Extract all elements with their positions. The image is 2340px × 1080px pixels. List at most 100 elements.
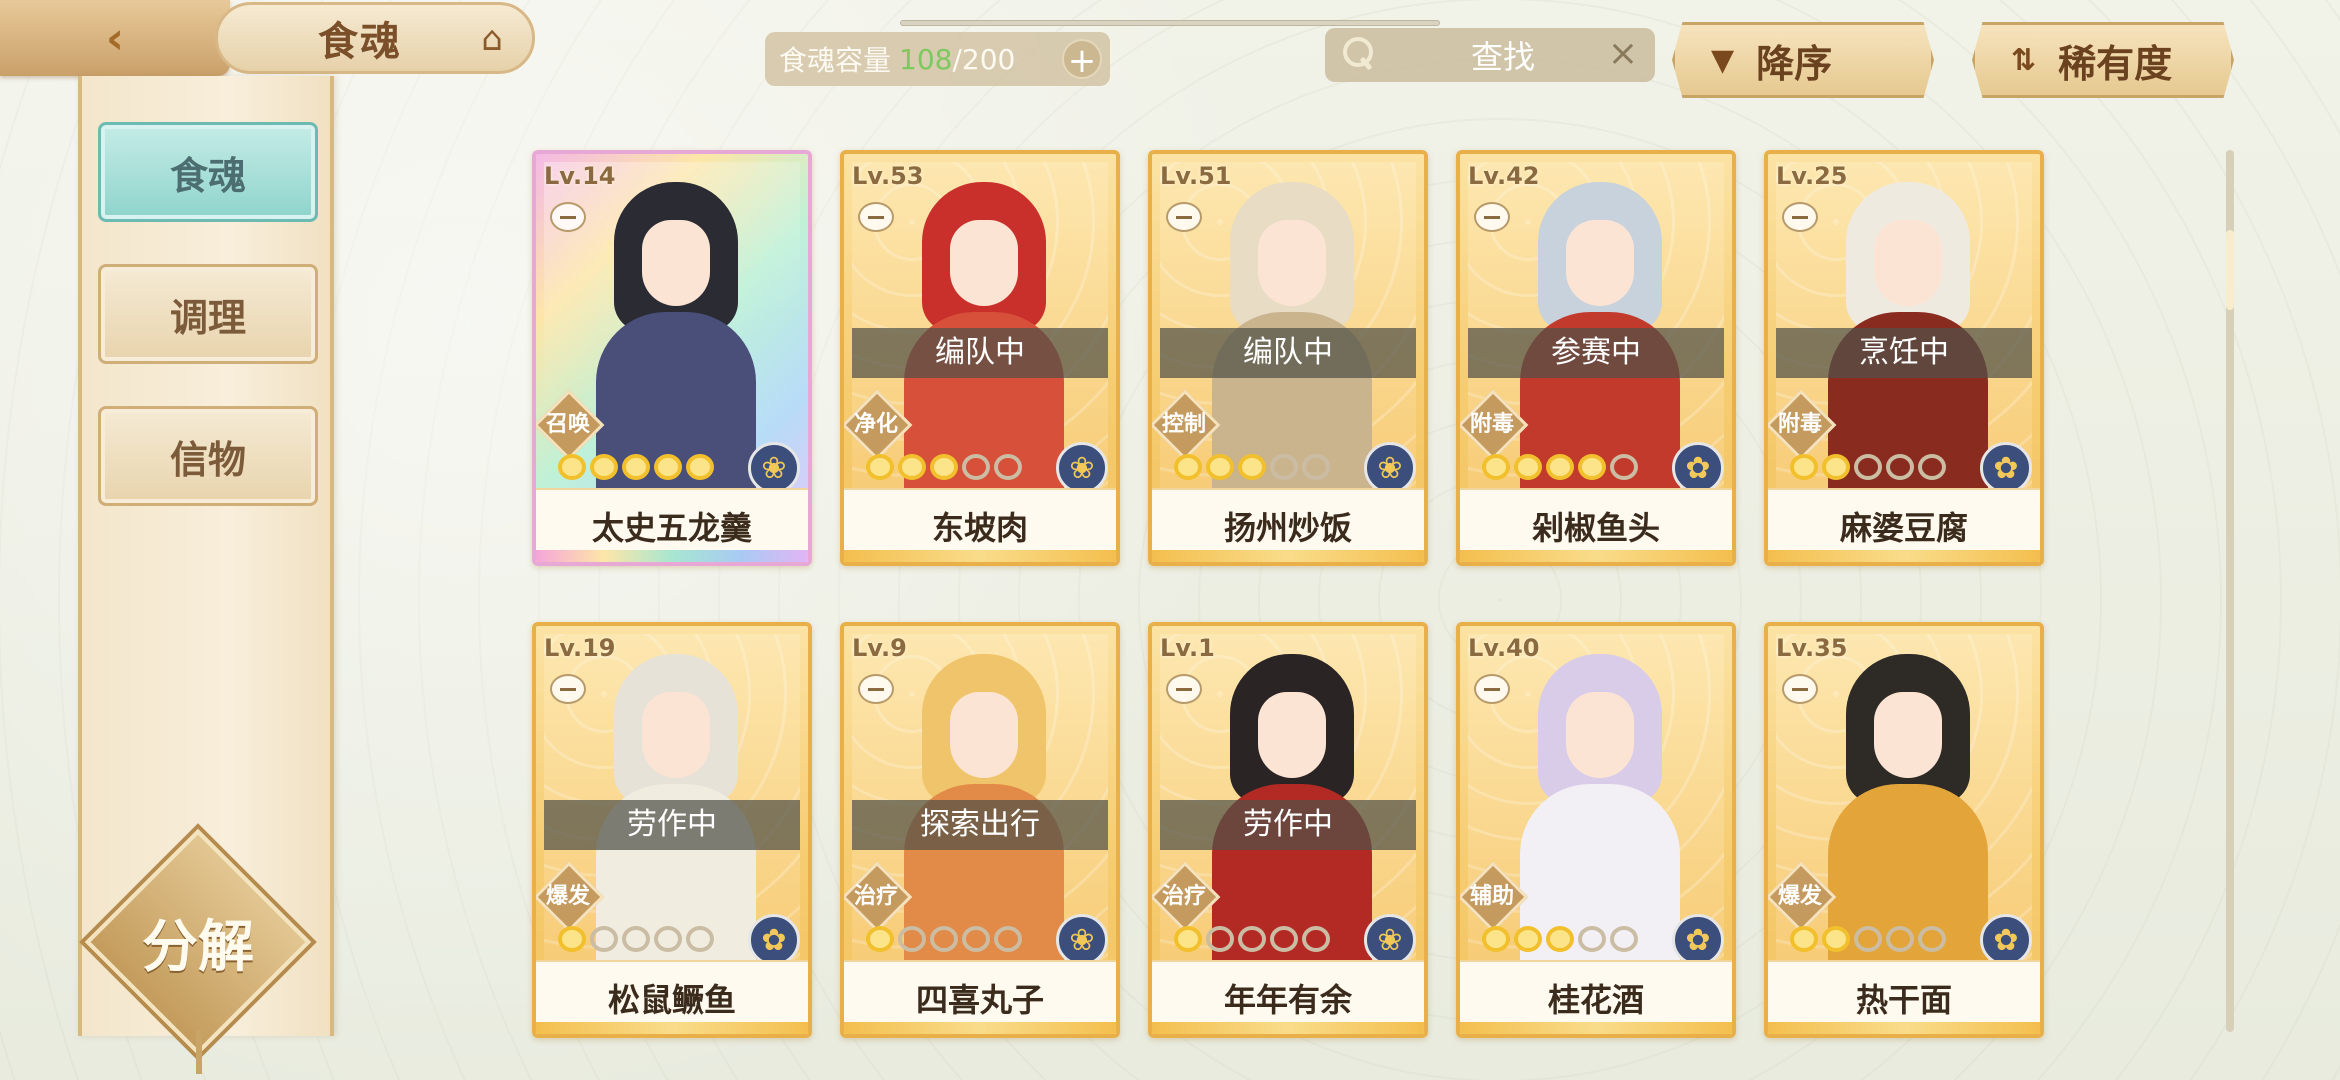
star-rating — [866, 926, 1022, 952]
star-icon — [898, 454, 926, 480]
star-icon — [686, 926, 714, 952]
role-badge: 爆发 — [1768, 864, 1828, 924]
star-icon — [1270, 454, 1298, 480]
role-badge: 附毒 — [1460, 392, 1520, 452]
lock-icon[interactable] — [550, 674, 586, 704]
card-name: 扬州炒饭 — [1152, 488, 1424, 562]
card-name: 桂花酒 — [1460, 960, 1732, 1034]
star-icon — [1790, 454, 1818, 480]
card-level: Lv.25 — [1776, 162, 1848, 190]
card-level: Lv.53 — [852, 162, 924, 190]
scrollbar-thumb[interactable] — [2226, 230, 2234, 310]
pavilion-icon[interactable]: ⌂ — [470, 19, 514, 59]
card-name: 年年有余 — [1152, 960, 1424, 1034]
star-icon — [590, 454, 618, 480]
portrait-face — [1258, 692, 1326, 778]
lock-icon[interactable] — [1166, 202, 1202, 232]
leaf-icon: ✿ — [1672, 442, 1724, 494]
star-icon — [1886, 926, 1914, 952]
search-icon — [1337, 33, 1381, 77]
sort-key-button[interactable]: ⇅ 稀有度 — [1972, 22, 2234, 98]
star-icon — [866, 926, 894, 952]
card-status: 参赛中 — [1468, 328, 1724, 378]
star-icon — [1822, 926, 1850, 952]
role-label: 治疗 — [853, 884, 898, 909]
decompose-label[interactable]: 分解 — [118, 902, 278, 982]
card-name: 麻婆豆腐 — [1768, 488, 2040, 562]
lock-icon[interactable] — [550, 202, 586, 232]
star-icon — [622, 454, 650, 480]
swap-arrows-icon: ⇅ — [2011, 42, 2037, 78]
role-label: 净化 — [853, 412, 898, 437]
star-icon — [898, 926, 926, 952]
star-rating — [1790, 926, 1946, 952]
lock-icon[interactable] — [1474, 202, 1510, 232]
role-label: 治疗 — [1161, 884, 1206, 909]
role-badge: 附毒 — [1768, 392, 1828, 452]
search-field[interactable]: 查找 × — [1325, 28, 1655, 82]
top-divider — [900, 20, 1440, 26]
role-label: 附毒 — [1777, 412, 1822, 437]
star-icon — [994, 926, 1022, 952]
card-status: 编队中 — [852, 328, 1108, 378]
role-label: 爆发 — [545, 884, 590, 909]
portrait-face — [950, 692, 1018, 778]
sort-order-button[interactable]: ▼ 降序 — [1672, 22, 1934, 98]
star-icon — [1546, 926, 1574, 952]
back-button[interactable]: ‹ — [0, 0, 230, 76]
lock-icon[interactable] — [1782, 202, 1818, 232]
portrait-face — [642, 220, 710, 306]
capacity-total: 200 — [961, 42, 1016, 76]
star-icon — [1610, 926, 1638, 952]
lock-icon[interactable] — [1166, 674, 1202, 704]
lock-icon[interactable] — [1474, 674, 1510, 704]
card-name: 松鼠鳜鱼 — [536, 960, 808, 1034]
character-card[interactable]: Lv.40 辅助 ✿ 桂花酒 — [1456, 622, 1736, 1038]
tab-xinwu[interactable]: 信物 — [98, 406, 318, 506]
card-level: Lv.42 — [1468, 162, 1540, 190]
star-icon — [1514, 454, 1542, 480]
triangle-down-icon: ▼ — [1711, 42, 1735, 78]
star-icon — [1578, 926, 1606, 952]
character-card[interactable]: Lv.42 参赛中 附毒 ✿ 剁椒鱼头 — [1456, 150, 1736, 566]
capacity-add-button[interactable]: + — [1062, 39, 1102, 81]
star-icon — [1514, 926, 1542, 952]
leaf-icon: ✿ — [1980, 914, 2032, 966]
role-label: 控制 — [1161, 412, 1206, 437]
character-card[interactable]: Lv.9 探索出行 治疗 ❀ 四喜丸子 — [840, 622, 1120, 1038]
flower-icon: ❀ — [1364, 442, 1416, 494]
portrait-face — [1566, 220, 1634, 306]
star-icon — [1546, 454, 1574, 480]
character-card[interactable]: Lv.35 爆发 ✿ 热干面 — [1764, 622, 2044, 1038]
tab-shihun[interactable]: 食魂 — [98, 122, 318, 222]
lock-icon[interactable] — [1782, 674, 1818, 704]
tassel-decoration — [196, 1030, 202, 1074]
star-icon — [1854, 454, 1882, 480]
character-card[interactable]: Lv.51 编队中 控制 ❀ 扬州炒饭 — [1148, 150, 1428, 566]
star-rating — [866, 454, 1022, 480]
card-level: Lv.40 — [1468, 634, 1540, 662]
character-card[interactable]: Lv.19 劳作中 爆发 ✿ 松鼠鳜鱼 — [532, 622, 812, 1038]
star-icon — [994, 454, 1022, 480]
card-level: Lv.14 — [544, 162, 616, 190]
star-icon — [1238, 926, 1266, 952]
role-label: 召唤 — [545, 412, 590, 437]
role-badge: 净化 — [844, 392, 904, 452]
character-card[interactable]: Lv.1 劳作中 治疗 ❀ 年年有余 — [1148, 622, 1428, 1038]
character-card[interactable]: Lv.53 编队中 净化 ❀ 东坡肉 — [840, 150, 1120, 566]
card-status: 探索出行 — [852, 800, 1108, 850]
character-card[interactable]: Lv.25 烹饪中 附毒 ✿ 麻婆豆腐 — [1764, 150, 2044, 566]
close-icon[interactable]: × — [1605, 36, 1641, 72]
title-plate: 食魂 ⌂ — [215, 2, 535, 74]
star-icon — [1482, 454, 1510, 480]
lock-icon[interactable] — [858, 674, 894, 704]
card-name: 四喜丸子 — [844, 960, 1116, 1034]
lock-icon[interactable] — [858, 202, 894, 232]
tab-tiaoli[interactable]: 调理 — [98, 264, 318, 364]
star-rating — [1790, 454, 1946, 480]
star-rating — [1174, 454, 1330, 480]
portrait-face — [642, 692, 710, 778]
star-icon — [1174, 454, 1202, 480]
character-card[interactable]: Lv.14 召唤 ❀ 太史五龙羹 — [532, 150, 812, 566]
role-badge: 辅助 — [1460, 864, 1520, 924]
